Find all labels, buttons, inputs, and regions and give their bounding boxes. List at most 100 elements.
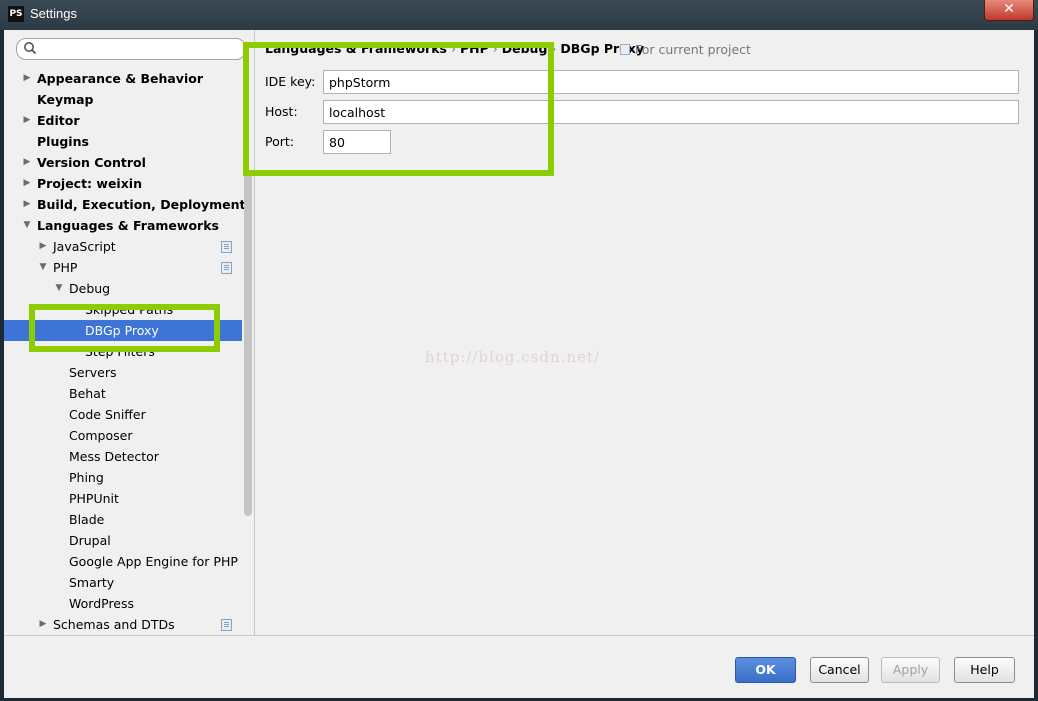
sidebar-scrollbar[interactable] (244, 30, 252, 635)
tree-item[interactable]: ▼ Languages & Frameworks (4, 215, 242, 236)
chevron-down-icon[interactable]: ▼ (38, 257, 48, 278)
tree-item-label: Servers (69, 365, 117, 380)
tree-item-label: WordPress (69, 596, 135, 611)
chevron-right-icon[interactable]: ▶ (22, 194, 32, 215)
search-input[interactable] (39, 40, 241, 58)
tree-item-label: Plugins (37, 134, 89, 149)
tree-item[interactable]: Behat (4, 383, 242, 404)
sidebar-scrollbar-thumb[interactable] (244, 170, 252, 516)
tree-item-label: JavaScript (53, 239, 116, 254)
tree-item[interactable]: Servers (4, 362, 242, 383)
tree-item-label: Code Sniffer (69, 407, 146, 422)
tree-item[interactable]: ▶ JavaScript (4, 236, 242, 257)
tree-item[interactable]: ▼ Debug (4, 278, 242, 299)
port-input[interactable] (323, 130, 391, 154)
chevron-right-icon[interactable]: ▶ (22, 110, 32, 131)
host-label: Host: (265, 104, 298, 119)
settings-content-panel: Languages & Frameworks › PHP › Debug › DBGp Pr… (255, 30, 1034, 635)
ok-button[interactable]: OK (735, 657, 796, 683)
scope-note-text: For current project (635, 42, 751, 57)
settings-dialog: ▶ Appearance & Behavior Keymap ▶ Editor Plugi… (4, 30, 1034, 698)
ide-key-input[interactable] (323, 70, 1019, 94)
tree-item-label: DBGp Proxy (85, 323, 159, 338)
tree-item[interactable]: Mess Detector (4, 446, 242, 467)
tree-item-label: Skipped Paths (85, 302, 174, 317)
watermark-text: http://blog.csdn.net/ (425, 348, 601, 366)
breadcrumb-item: Debug (501, 41, 548, 56)
window-title: Settings (30, 6, 77, 21)
breadcrumb-item: PHP (459, 41, 489, 56)
chevron-right-icon[interactable]: ▶ (22, 173, 32, 194)
tree-item[interactable]: Drupal (4, 530, 242, 551)
chevron-down-icon[interactable]: ▼ (22, 215, 32, 236)
breadcrumb-separator: › (492, 41, 498, 56)
tree-item[interactable]: WordPress (4, 593, 242, 614)
tree-item-label: Version Control (37, 155, 146, 170)
tree-item-label: Appearance & Behavior (37, 71, 203, 86)
tree-item[interactable]: Google App Engine for PHP (4, 551, 242, 572)
tree-item[interactable]: ▶ Build, Execution, Deployment (4, 194, 246, 215)
tree-item[interactable]: ▶ Version Control (4, 152, 242, 173)
project-scope-icon (221, 619, 232, 631)
ide-key-label: IDE key: (265, 74, 316, 89)
tree-item[interactable]: ▶ Editor (4, 110, 242, 131)
apply-button[interactable]: Apply (881, 657, 940, 683)
tree-item-label: Blade (69, 512, 105, 527)
settings-search-box[interactable] (16, 38, 246, 60)
tree-item-label: PHP (53, 260, 78, 275)
tree-item[interactable]: Blade (4, 509, 242, 530)
tree-item-label: Drupal (69, 533, 111, 548)
phpstorm-app-icon: PS (8, 6, 24, 22)
tree-item-label: Schemas and DTDs (53, 617, 175, 632)
chevron-right-icon[interactable]: ▶ (22, 68, 32, 89)
breadcrumb-separator: › (450, 41, 456, 56)
tree-item-label: Composer (69, 428, 133, 443)
settings-sidebar: ▶ Appearance & Behavior Keymap ▶ Editor Plugi… (4, 30, 255, 635)
tree-item[interactable]: ▶ Project: weixin (4, 173, 242, 194)
tree-item[interactable]: Phing (4, 467, 242, 488)
tree-item[interactable]: ▼ PHP (4, 257, 242, 278)
dialog-footer: OK Cancel Apply Help (4, 635, 1034, 698)
breadcrumb-item: Languages & Frameworks (265, 41, 447, 56)
title-bar: PS Settings ✕ (0, 0, 1038, 30)
tree-item-label: Mess Detector (69, 449, 159, 464)
port-label: Port: (265, 134, 294, 149)
tree-item-label: Phing (69, 470, 104, 485)
project-scope-icon (620, 44, 630, 55)
breadcrumb: Languages & Frameworks › PHP › Debug › DBGp Pr… (265, 41, 644, 56)
tree-item-label: PHPUnit (69, 491, 119, 506)
tree-item[interactable]: Skipped Paths (4, 299, 242, 320)
tree-item[interactable]: Step Filters (4, 341, 242, 362)
tree-item-label: Google App Engine for PHP (69, 554, 238, 569)
cancel-button[interactable]: Cancel (810, 657, 869, 683)
chevron-down-icon[interactable]: ▼ (54, 278, 64, 299)
close-window-button[interactable]: ✕ (984, 0, 1034, 21)
project-scope-icon (221, 241, 232, 253)
tree-item[interactable]: Plugins (4, 131, 242, 152)
tree-item-label: Keymap (37, 92, 94, 107)
tree-item-label: Build, Execution, Deployment (37, 197, 246, 212)
tree-item[interactable]: Keymap (4, 89, 242, 110)
tree-item-label: Editor (37, 113, 80, 128)
tree-item[interactable]: Smarty (4, 572, 242, 593)
chevron-right-icon[interactable]: ▶ (38, 236, 48, 257)
scope-note: For current project (620, 42, 751, 57)
tree-item[interactable]: Composer (4, 425, 242, 446)
tree-item[interactable]: ▶ Schemas and DTDs (4, 614, 242, 635)
project-scope-icon (221, 262, 232, 274)
chevron-right-icon[interactable]: ▶ (38, 614, 48, 635)
search-icon (24, 42, 37, 55)
tree-item-label: Languages & Frameworks (37, 218, 219, 233)
chevron-right-icon[interactable]: ▶ (22, 152, 32, 173)
tree-item[interactable]: ▶ Appearance & Behavior (4, 68, 242, 89)
host-input[interactable] (323, 100, 1019, 124)
breadcrumb-separator: › (551, 41, 557, 56)
tree-item-label: Smarty (69, 575, 115, 590)
tree-item-label: Project: weixin (37, 176, 142, 191)
tree-item[interactable]: DBGp Proxy (4, 320, 242, 341)
tree-item[interactable]: PHPUnit (4, 488, 242, 509)
tree-item-label: Debug (69, 281, 111, 296)
tree-item[interactable]: Code Sniffer (4, 404, 242, 425)
tree-item-label: Step Filters (85, 344, 155, 359)
help-button[interactable]: Help (954, 657, 1015, 683)
